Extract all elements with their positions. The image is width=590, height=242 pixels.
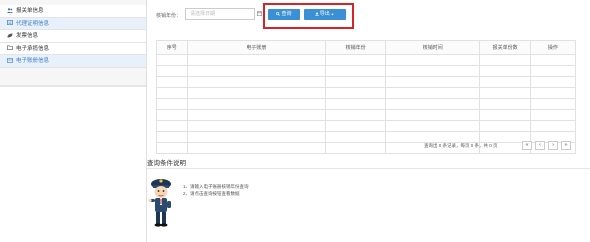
table-row: [156, 87, 577, 99]
document-icon: [7, 20, 13, 25]
pager-summary: 查询出 0 条记录，每页 0 条，共 0 页: [424, 143, 498, 148]
search-icon: [276, 11, 281, 16]
sidebar: 报关单信息 代理证明信息 发票信息 电子承揽信息 电子账册信息: [0, 0, 147, 242]
export-button-label: 导出: [319, 11, 330, 17]
table-row: [156, 65, 577, 77]
export-button[interactable]: 导出: [304, 9, 346, 20]
sidebar-item-label: 电子账册信息: [16, 58, 50, 64]
police-mascot-illustration: [148, 179, 171, 227]
table-row: [156, 142, 577, 154]
filter-year-label: 核销年份：: [156, 13, 182, 19]
leaf-icon: [7, 33, 13, 37]
folder-icon: [7, 45, 13, 50]
table-row: [156, 76, 577, 88]
sidebar-item-label: 电子承揽信息: [16, 45, 50, 52]
table-row: [156, 98, 577, 110]
table-row: [156, 54, 577, 66]
table-body: [156, 54, 577, 154]
users-icon: [7, 7, 13, 13]
pager-next-button[interactable]: ›: [548, 141, 558, 150]
upload-icon: [315, 11, 319, 16]
sidebar-item-label: 代理证明信息: [16, 20, 50, 27]
table-row: [156, 120, 577, 132]
calendar-icon[interactable]: [257, 11, 262, 16]
pager-prev-button[interactable]: ‹: [535, 141, 545, 150]
help-note-item: 2、请点击查询按钮查看数据: [183, 190, 240, 196]
sidebar-blank-area: [0, 87, 146, 242]
help-section-divider: [147, 168, 590, 169]
sidebar-item-label: 报关单信息: [16, 8, 44, 14]
verification-year-input[interactable]: 请选择日期: [185, 8, 255, 20]
sidebar-item-customs-declaration[interactable]: 报关单信息: [0, 5, 146, 18]
column-header-year: 核销年份: [325, 40, 387, 55]
sidebar-item-agency-certificate[interactable]: 代理证明信息: [0, 17, 146, 30]
pager-first-button[interactable]: «: [522, 141, 532, 150]
sidebar-item-electronic-ledger[interactable]: 电子账册信息: [0, 55, 146, 68]
sidebar-menu: 报关单信息 代理证明信息 发票信息 电子承揽信息 电子账册信息: [0, 5, 146, 68]
column-header-time: 核销时间: [385, 40, 481, 55]
column-header-actions: 操作: [529, 40, 577, 55]
table-row: [156, 131, 577, 143]
help-section-title: 查询条件说明: [147, 160, 186, 167]
table-row: [156, 109, 577, 121]
help-notes: 1、请输入电子账册核销年份查询 2、请点击查询按钮查看数据: [183, 184, 249, 197]
archive-icon: [7, 57, 13, 63]
pager-last-button[interactable]: »: [561, 141, 571, 150]
help-note-item: 1、请输入电子账册核销年份查询: [183, 184, 249, 189]
sidebar-item-electronic-contract[interactable]: 电子承揽信息: [0, 42, 146, 55]
main-panel: 核销年份： 请选择日期 查询 导出 序号 电子账册 核销年份 核销时间 报关单份…: [147, 0, 590, 242]
ledger-table: 序号 电子账册 核销年份 核销时间 报关单份数 操作: [156, 40, 577, 154]
sidebar-item-label: 发票信息: [16, 33, 39, 39]
query-button-label: 查询: [281, 11, 292, 17]
table-header-row: 序号 电子账册 核销年份 核销时间 报关单份数 操作: [156, 40, 577, 55]
caret-down-icon: [331, 13, 335, 15]
column-header-index: 序号: [156, 40, 188, 55]
query-button[interactable]: 查询: [268, 9, 300, 20]
sidebar-item-invoice[interactable]: 发票信息: [0, 30, 146, 43]
column-header-declaration-count: 报关单份数: [479, 40, 531, 55]
column-header-ledger: 电子账册: [186, 40, 327, 55]
